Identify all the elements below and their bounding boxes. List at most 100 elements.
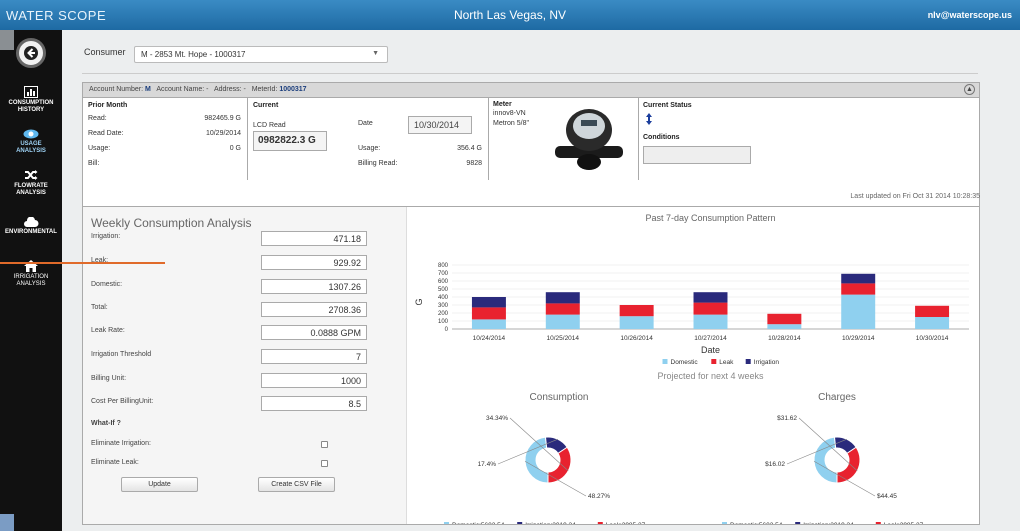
current-usage-label: Usage: (358, 145, 381, 152)
billing-read-label: Billing Read: (358, 160, 398, 167)
x-tick-label: 10/25/2014 (547, 335, 580, 342)
cost-per-unit-field[interactable]: 8.5 (261, 396, 367, 411)
y-tick-label: 200 (438, 311, 449, 317)
prior-usage-value: 0 G (229, 145, 241, 152)
account-name-label: Account Name: - (156, 86, 209, 93)
charges-pie-data-label: $44.45 (877, 493, 897, 500)
y-tick-label: 0 (445, 327, 449, 333)
y-tick-label: 700 (438, 271, 449, 277)
meter-size: Metron 5/8" (493, 120, 529, 127)
meter-title: Meter (493, 101, 512, 108)
y-tick-label: 300 (438, 303, 449, 309)
bar-leak (767, 313, 802, 325)
current-usage-value: 356.4 G (457, 145, 482, 152)
sidebar-item-consumption-history[interactable]: CONSUMPTION HISTORY (0, 86, 62, 114)
highlight-line (0, 262, 165, 264)
y-axis-label: G (414, 298, 424, 305)
charges-pie-legend-swatch (875, 522, 881, 527)
meter-image (551, 100, 627, 176)
bar-domestic (767, 324, 802, 329)
sidebar-tab (0, 30, 14, 50)
consumption-pie-legend-label: Leak:3985.37 (606, 522, 646, 524)
charges-pie-legend-swatch (722, 522, 727, 527)
total-field[interactable]: 2708.36 (261, 302, 367, 317)
update-button[interactable]: Update (121, 477, 198, 492)
eliminate-leak-label: Eliminate Leak: (91, 459, 139, 466)
bar-domestic (841, 294, 876, 329)
bar-leak (693, 302, 728, 315)
consumer-select[interactable]: M - 2853 Mt. Hope - 1000317 ▼ (134, 46, 388, 63)
current-date-value: 10/30/2014 (408, 116, 472, 134)
sidebar-item-environmental[interactable]: ENVIRONMENTAL (0, 217, 62, 236)
domestic-field[interactable]: 1307.26 (261, 279, 367, 294)
bar-domestic (619, 316, 654, 329)
consumption-pie-slice-domestic (524, 436, 549, 484)
charges-pie-legend-swatch (795, 522, 801, 527)
bar-domestic (545, 314, 580, 329)
back-button[interactable] (16, 38, 46, 68)
projection-title: Projected for next 4 weeks (657, 371, 764, 381)
status-title: Current Status (643, 102, 692, 109)
charges-pie-slice-domestic (813, 436, 838, 484)
lcd-read-value: 0982822.3 G (253, 131, 327, 151)
page-title: North Las Vegas, NV (453, 8, 567, 22)
create-csv-button[interactable]: Create CSV File (258, 477, 335, 492)
legend-label: Leak (719, 359, 734, 366)
current-cell: Current LCD Read 0982822.3 G Date 10/30/… (248, 98, 489, 180)
cloud-icon (24, 217, 39, 227)
last-updated: Last updated on Fri Oct 31 2014 10:28:35 (850, 193, 980, 200)
sidebar-item-label: CONSUMPTION (8, 100, 54, 106)
irrigation-field[interactable]: 471.18 (261, 231, 367, 246)
sidebar-item-label: IRRIGATION (13, 274, 49, 280)
bar-irrigation (545, 292, 580, 304)
charges-pie-legend-label: Irrigation:2019.34 (803, 522, 854, 524)
leak-field[interactable]: 929.92 (261, 255, 367, 270)
irrigation-threshold-label: Irrigation Threshold (91, 351, 152, 358)
consumption-charts: Past 7-day Consumption Pattern G 800 700 600… (414, 213, 969, 529)
irrigation-threshold-field[interactable]: 7 (261, 349, 367, 364)
sidebar-item-irrigation-analysis[interactable]: IRRIGATION ANALYSIS (0, 260, 62, 288)
bar-irrigation (841, 273, 876, 284)
bar-irrigation (471, 297, 506, 308)
sidebar-item-usage-analysis[interactable]: USAGE ANALYSIS (0, 129, 62, 155)
bar-irrigation (693, 292, 728, 303)
x-tick-label: 10/26/2014 (620, 335, 653, 342)
conditions-field (643, 146, 751, 164)
cost-per-unit-label: Cost Per BillingUnit: (91, 398, 154, 405)
meter-model: innov8-VN (493, 110, 526, 117)
address-label: Address: - (213, 86, 246, 93)
consumption-pie-data-label: 34.34% (486, 415, 508, 422)
legend-label: Irrigation (754, 359, 780, 366)
sidebar-item-label: ANALYSIS (16, 281, 46, 287)
x-tick-label: 10/24/2014 (473, 335, 506, 342)
current-title: Current (253, 102, 279, 109)
user-email[interactable]: nlv@waterscope.us (928, 10, 1012, 20)
irrigation-label: Irrigation: (91, 233, 121, 240)
y-tick-label: 600 (438, 279, 449, 285)
sidebar-item-flowrate-analysis[interactable]: FLOWRATE ANALYSIS (0, 169, 62, 197)
y-tick-label: 500 (438, 287, 449, 293)
meter-cell: Meter innov8-VN Metron 5/8" (489, 98, 639, 180)
collapse-icon[interactable]: ▲ (964, 84, 975, 95)
bar-leak (471, 307, 506, 320)
account-number-label: Account Number: (89, 86, 144, 93)
eliminate-leak-checkbox[interactable] (321, 460, 328, 467)
x-tick-label: 10/30/2014 (916, 335, 949, 342)
leak-rate-field[interactable]: 0.0888 GPM (261, 325, 367, 340)
consumption-pie-title: Consumption (530, 392, 589, 403)
charges-pie-legend-label: Domestic:5602.54 (730, 522, 783, 524)
arrow-left-icon (24, 46, 38, 60)
billing-unit-field[interactable]: 1000 (261, 373, 367, 388)
prior-month-cell: Prior Month Read: 982465.9 G Read Date: … (83, 98, 248, 180)
account-panel: Account Number: M Account Name: - Addres… (82, 82, 980, 212)
bar-leak (915, 305, 950, 317)
bar-domestic (471, 319, 506, 329)
sidebar: CONSUMPTION HISTORY USAGE ANALYSIS FLOWR… (0, 30, 62, 531)
eliminate-irrigation-checkbox[interactable] (321, 441, 328, 448)
consumption-pie-legend-swatch (517, 522, 523, 527)
divider (82, 73, 978, 74)
charges-pie-legend-label: Leak:3985.37 (884, 522, 924, 524)
weekly-analysis-title: Weekly Consumption Analysis (91, 216, 252, 230)
charges-pie-data-label: $31.62 (777, 415, 797, 422)
prior-read-value: 982465.9 G (204, 115, 241, 122)
